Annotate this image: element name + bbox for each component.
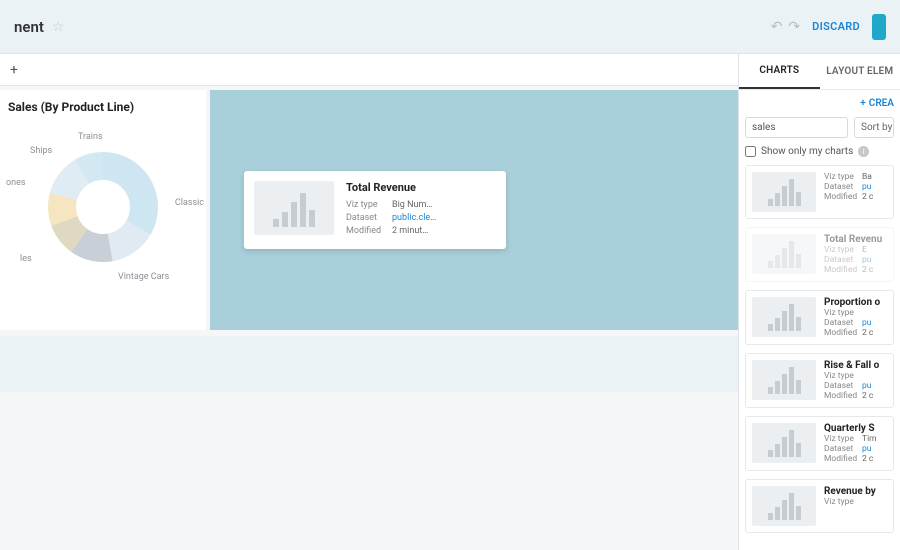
donut-chart-icon <box>48 152 158 262</box>
chart-title: Sales (By Product Line) <box>8 100 198 114</box>
chart-thumbnail-icon <box>752 360 816 400</box>
list-item[interactable]: Viz typeBaDatasetpuModified2 c <box>745 165 894 219</box>
undo-icon[interactable]: ↶ <box>771 19 783 35</box>
search-input[interactable] <box>745 117 848 138</box>
show-my-charts-label: Show only my charts <box>761 146 853 157</box>
show-my-charts-checkbox[interactable] <box>745 146 756 157</box>
add-tab-icon[interactable]: + <box>10 62 18 78</box>
list-item[interactable]: Quarterly SViz typeTimDatasetpuModified2… <box>745 416 894 471</box>
create-chart-button[interactable]: + CREA <box>739 90 900 117</box>
right-sidebar: CHARTS LAYOUT ELEM + CREA Sort by r Show… <box>738 54 900 550</box>
save-button[interactable] <box>872 14 886 40</box>
list-item-title: Revenue by <box>824 486 887 497</box>
tabs-bar: + <box>0 54 738 86</box>
list-item[interactable]: Total RevenuViz typeEDatasetpuModified2 … <box>745 227 894 282</box>
drop-zone[interactable]: Total Revenue Viz typeBig Num… Datasetpu… <box>210 90 738 330</box>
chart-panel-donut[interactable]: Sales (By Product Line) Trains Ships one… <box>0 90 206 330</box>
chart-thumbnail-icon <box>254 181 334 235</box>
tab-layout-elements[interactable]: LAYOUT ELEM <box>820 54 900 89</box>
list-item[interactable]: Rise & Fall oViz typeDatasetpuModified2 … <box>745 353 894 408</box>
drag-chart-card[interactable]: Total Revenue Viz typeBig Num… Datasetpu… <box>244 171 506 249</box>
empty-row[interactable] <box>0 336 738 392</box>
chart-thumbnail-icon <box>752 234 816 274</box>
favorite-star-icon[interactable]: ☆ <box>52 19 65 35</box>
page-title: nent <box>14 18 44 36</box>
redo-icon[interactable]: ↷ <box>788 19 800 35</box>
list-item-title: Rise & Fall o <box>824 360 887 371</box>
chart-thumbnail-icon <box>752 172 816 212</box>
list-item[interactable]: Revenue byViz type <box>745 479 894 533</box>
chart-thumbnail-icon <box>752 297 816 337</box>
discard-button[interactable]: DISCARD <box>812 20 860 33</box>
list-item-title: Quarterly S <box>824 423 887 434</box>
header-bar: nent ☆ ↶ ↷ DISCARD <box>0 0 900 54</box>
plus-icon: + <box>860 98 866 109</box>
dashboard-canvas: + Sales (By Product Line) Trains Ships o… <box>0 54 738 550</box>
chart-list: Viz typeBaDatasetpuModified2 c Total Reve… <box>739 165 900 550</box>
chart-thumbnail-icon <box>752 423 816 463</box>
card-title: Total Revenue <box>346 181 496 194</box>
list-item[interactable]: Proportion oViz typeDatasetpuModified2 c <box>745 290 894 345</box>
info-icon[interactable]: i <box>858 146 869 157</box>
sort-button[interactable]: Sort by r <box>854 117 894 138</box>
tab-charts[interactable]: CHARTS <box>739 54 820 89</box>
chart-thumbnail-icon <box>752 486 816 526</box>
list-item-title: Total Revenu <box>824 234 887 245</box>
list-item-title: Proportion o <box>824 297 887 308</box>
